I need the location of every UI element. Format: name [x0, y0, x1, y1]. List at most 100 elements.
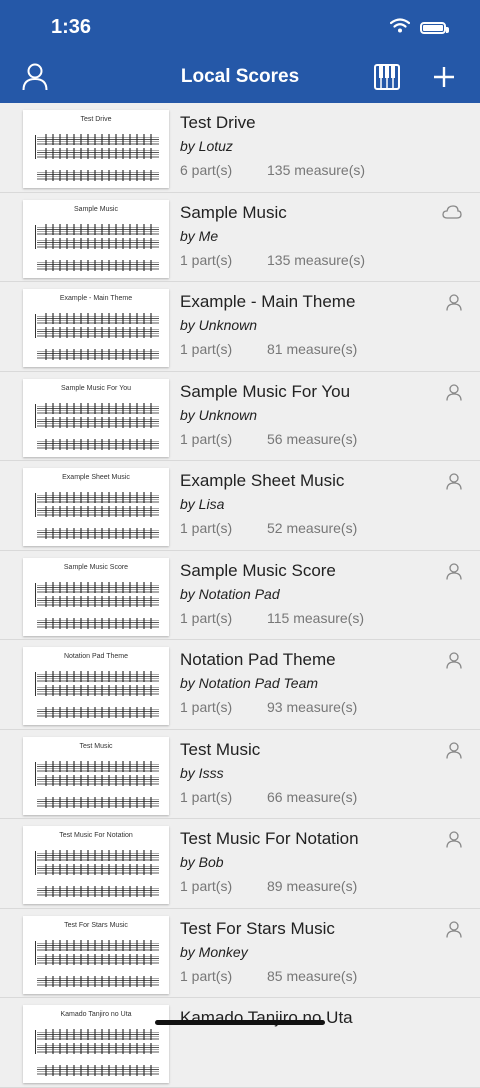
- score-author: by Isss: [180, 764, 224, 781]
- score-row[interactable]: Test Music Test Music by Isss 1 part(s) 66 m…: [0, 730, 480, 819]
- score-measures: 52 measure(s): [267, 520, 358, 536]
- notes: [45, 595, 157, 607]
- notes: [45, 349, 157, 360]
- thumbnail-title: Notation Pad Theme: [63, 653, 129, 660]
- score-measures: 81 measure(s): [267, 341, 358, 357]
- score-title: Sample Music Score: [180, 560, 336, 580]
- score-title: Notation Pad Theme: [180, 650, 336, 669]
- score-parts: 1 part(s): [180, 878, 233, 894]
- score-title: Test For Stars Music: [180, 918, 335, 938]
- top-bar: 1:36 Local Scores: [0, 0, 480, 103]
- score-parts: 1 part(s): [180, 341, 233, 357]
- notes: [45, 402, 157, 414]
- score-author: by Monkey: [180, 943, 248, 960]
- score-measures: 135 measure(s): [267, 162, 366, 178]
- score-thumbnail: Example - Main Theme: [23, 289, 169, 367]
- piano-button[interactable]: [374, 64, 400, 95]
- notes: [45, 671, 157, 682]
- score-measures: 93 measure(s): [267, 699, 358, 715]
- notes: [45, 796, 157, 808]
- score-measures: 115 measure(s): [267, 609, 365, 626]
- cloud-icon: [442, 204, 462, 224]
- score-author: by Notation Pad: [180, 585, 280, 602]
- person-icon: [446, 383, 462, 406]
- notes: [45, 685, 157, 696]
- notes: [45, 313, 157, 324]
- score-title: Example - Main Theme: [180, 292, 356, 311]
- person-icon: [446, 562, 462, 585]
- plus-icon: [432, 67, 456, 93]
- score-thumbnail: Notation Pad Theme: [23, 647, 169, 725]
- score-author: by Notation Pad Team: [180, 675, 319, 691]
- score-parts: 1 part(s): [180, 520, 233, 536]
- score-measures: 56 measure(s): [267, 430, 358, 447]
- staff-brace: [35, 851, 36, 875]
- notes: [45, 1029, 157, 1040]
- notes: [45, 774, 157, 786]
- score-row[interactable]: Test For Stars Music Test For Stars Music…: [0, 909, 480, 998]
- page-title: Local Scores: [180, 66, 300, 87]
- notes: [45, 506, 157, 517]
- score-thumbnail: Test For Stars Music: [23, 915, 169, 994]
- score-thumbnail: Kamado Tanjiro no Uta: [23, 1005, 169, 1083]
- score-measures: 85 measure(s): [267, 967, 358, 984]
- score-row[interactable]: Kamado Tanjiro no Uta Kamado Tanjiro no U…: [0, 998, 480, 1088]
- person-icon: [446, 473, 462, 495]
- score-row[interactable]: Sample Music Score Sample Music Score by N…: [0, 551, 480, 640]
- score-row[interactable]: Sample Music Sample Music by Me 1 part(s) 13…: [0, 193, 480, 282]
- person-icon: [446, 652, 462, 674]
- staff-brace: [35, 135, 36, 159]
- notes: [45, 528, 157, 539]
- wifi-icon: [389, 18, 411, 38]
- notes: [45, 581, 157, 593]
- score-row[interactable]: Test Drive Test Drive by Lotuz 6 part(s) 135…: [0, 103, 480, 193]
- battery-icon: [420, 22, 449, 34]
- score-parts: 1 part(s): [180, 609, 233, 626]
- staff-brace: [35, 940, 36, 965]
- staff-brace: [35, 314, 36, 338]
- score-row[interactable]: Example - Main Theme Example - Main Theme…: [0, 282, 480, 372]
- notes: [45, 850, 157, 861]
- score-thumbnail: Test Music: [23, 736, 169, 815]
- notes: [45, 864, 157, 875]
- notes: [45, 975, 157, 987]
- notes: [45, 1065, 157, 1076]
- score-row[interactable]: Sample Music For You Sample Music For You…: [0, 372, 480, 461]
- notes: [45, 416, 157, 428]
- thumbnail-title: Test Music For Notation: [59, 832, 133, 839]
- notes: [45, 617, 157, 629]
- notes: [45, 707, 157, 718]
- score-row[interactable]: Test Music For Notation Test Music For No…: [0, 819, 480, 909]
- notes: [45, 327, 157, 338]
- staff-brace: [35, 493, 36, 517]
- staff-brace: [35, 672, 36, 696]
- score-row[interactable]: Example Sheet Music Example Sheet Music by…: [0, 461, 480, 551]
- person-icon: [446, 920, 462, 943]
- thumbnail-title: Test For Stars Music: [64, 921, 128, 929]
- person-icon: [446, 831, 462, 853]
- notes: [45, 492, 157, 503]
- thumbnail-title: Test Music: [79, 742, 113, 750]
- home-indicator[interactable]: [155, 1020, 325, 1025]
- score-measures: 66 measure(s): [267, 788, 358, 805]
- score-thumbnail: Sample Music For You: [23, 378, 169, 457]
- score-title: Kamado Tanjiro no Uta: [180, 1008, 353, 1027]
- notes: [45, 939, 157, 951]
- thumbnail-title: Example - Main Theme: [59, 295, 133, 302]
- score-author: by Lotuz: [180, 138, 233, 154]
- staff-brace: [35, 761, 36, 786]
- score-title: Test Music For Notation: [180, 829, 359, 848]
- score-row[interactable]: Notation Pad Theme Notation Pad Theme by N…: [0, 640, 480, 730]
- staff-brace: [35, 582, 36, 607]
- thumbnail-title: Sample Music Score: [63, 563, 129, 571]
- piano-icon: [374, 64, 400, 94]
- score-parts: 1 part(s): [180, 788, 233, 805]
- score-author: by Bob: [180, 854, 224, 870]
- notes: [45, 259, 157, 271]
- score-title: Sample Music For You: [180, 381, 351, 401]
- add-score-button[interactable]: [432, 65, 456, 94]
- score-thumbnail: Sample Music Score: [23, 557, 169, 636]
- score-title: Test Drive: [180, 113, 256, 132]
- thumbnail-title: Sample Music: [74, 205, 118, 213]
- person-icon: [446, 294, 462, 316]
